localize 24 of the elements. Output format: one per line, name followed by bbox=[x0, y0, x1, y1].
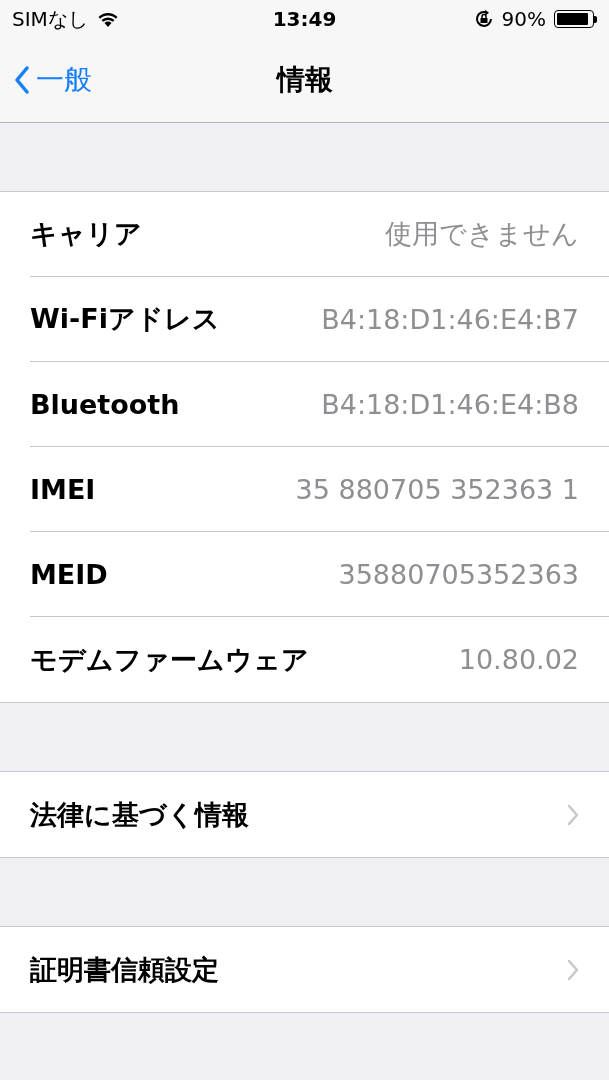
chevron-icon bbox=[567, 803, 579, 826]
row-value: 10.80.02 bbox=[458, 644, 579, 675]
row-label: Wi-Fiアドレス bbox=[30, 302, 220, 336]
row-label: 証明書信頼設定 bbox=[30, 952, 219, 987]
clock-text: 13:49 bbox=[272, 7, 337, 31]
rotation-lock-icon bbox=[473, 9, 494, 29]
row-value: 使用できません bbox=[385, 217, 579, 251]
chevron-icon bbox=[567, 958, 579, 981]
row-label: 法律に基づく情報 bbox=[30, 797, 249, 832]
row-value: B4:18:D1:46:E4:B7 bbox=[321, 303, 579, 335]
row-value: 35880705352363 bbox=[338, 558, 579, 590]
row-value: 35 880705 352363 1 bbox=[295, 473, 579, 505]
row-label: モデムファームウェア bbox=[30, 642, 309, 677]
row-label: キャリア bbox=[30, 217, 142, 251]
back-chevron-icon bbox=[14, 66, 30, 94]
row-value: B4:18:D1:46:E4:B8 bbox=[321, 388, 579, 420]
row-label: IMEI bbox=[30, 473, 96, 505]
row-label: Bluetooth bbox=[30, 388, 180, 420]
carrier-text: SIMなし bbox=[12, 5, 88, 33]
row-label: MEID bbox=[30, 558, 108, 590]
page-title: 情報 bbox=[276, 62, 333, 98]
battery-icon bbox=[554, 10, 597, 28]
battery-percent-text: 90% bbox=[501, 7, 546, 31]
back-button[interactable]: 一般 bbox=[0, 61, 92, 99]
